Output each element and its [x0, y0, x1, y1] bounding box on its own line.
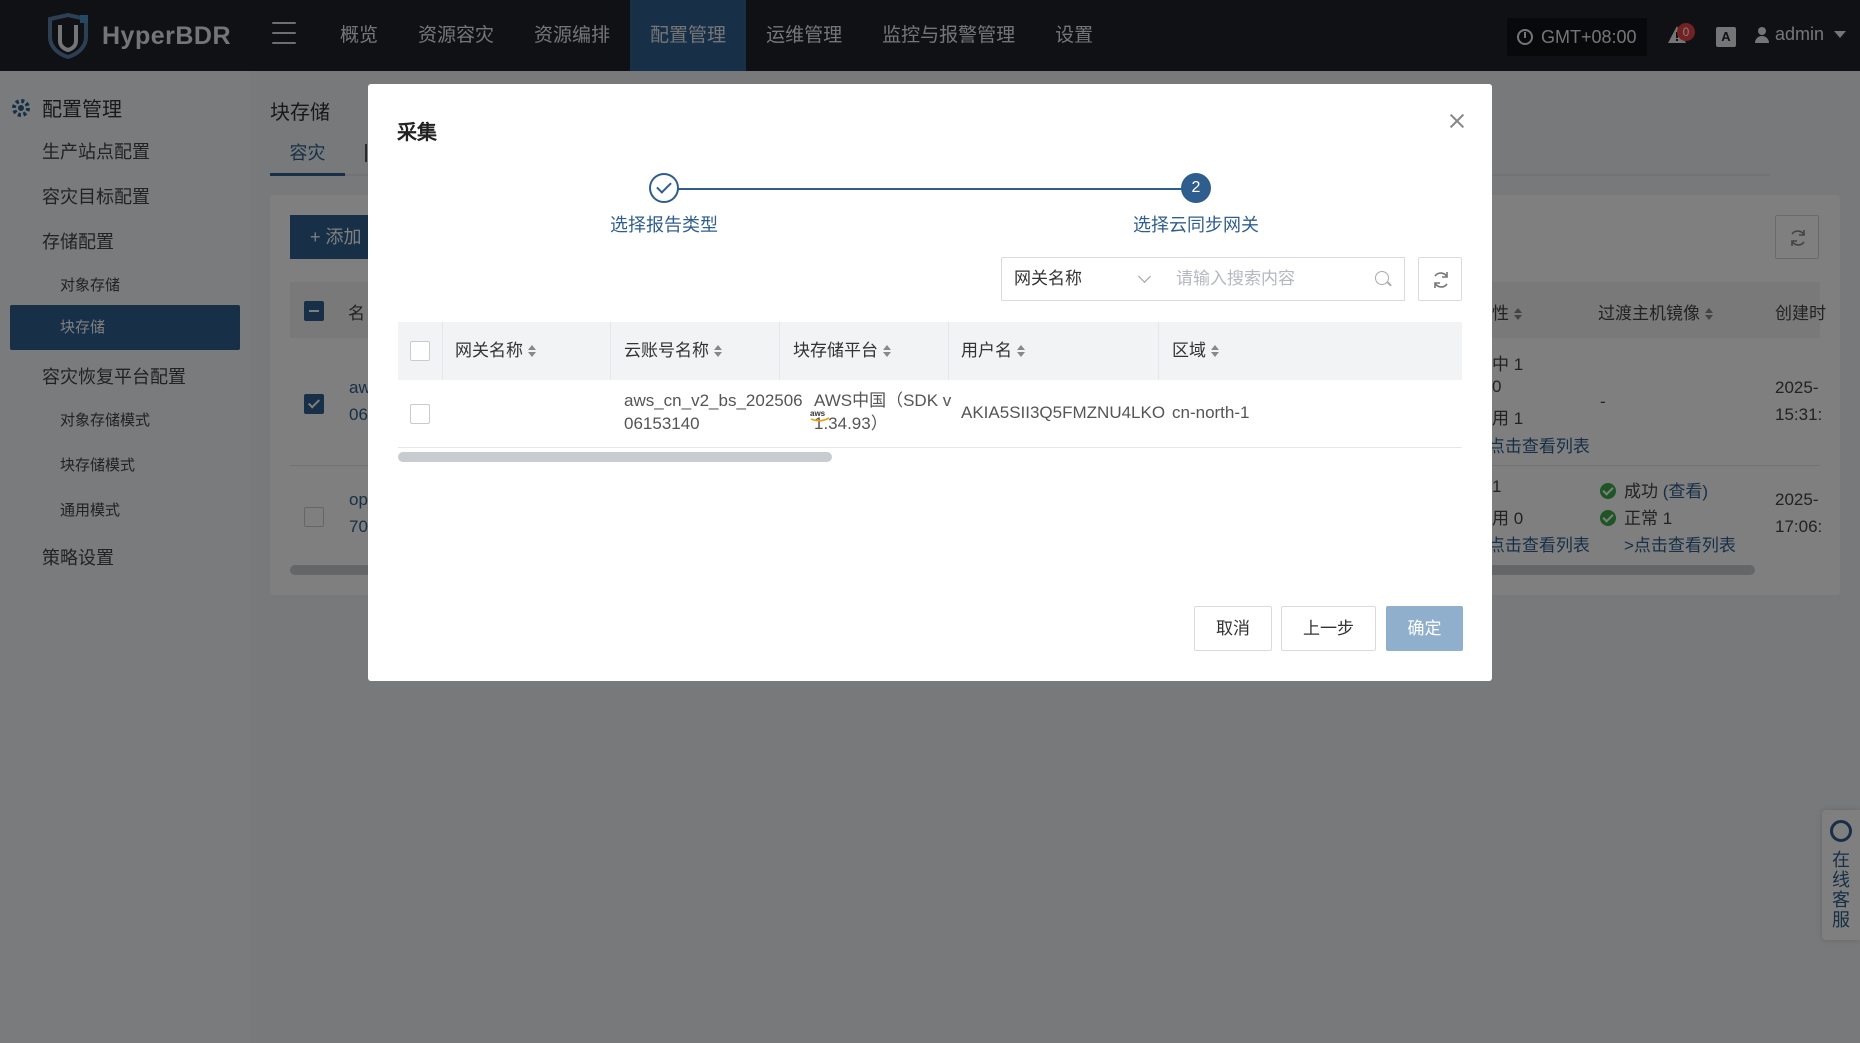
cell-username: AKIA5SII3Q5FMZNU4LKO	[961, 403, 1166, 422]
steps-connector	[664, 188, 1192, 190]
row-checkbox[interactable]	[410, 404, 430, 424]
sort-icon	[1017, 345, 1025, 357]
confirm-button[interactable]: 确定	[1386, 606, 1463, 651]
column-header-platform[interactable]: 块存储平台	[793, 322, 891, 380]
column-header-username-label: 用户名	[961, 341, 1012, 360]
column-header-account[interactable]: 云账号名称	[624, 322, 722, 380]
sort-icon	[528, 345, 536, 357]
column-header-region-label: 区域	[1172, 341, 1206, 360]
column-header-gateway[interactable]: 网关名称	[455, 322, 536, 380]
dialog-refresh-button[interactable]	[1418, 257, 1462, 301]
previous-step-button[interactable]: 上一步	[1281, 606, 1376, 651]
table-row[interactable]: aws_cn_v2_bs_202506 06153140 AWS中国（SDK v…	[398, 380, 1462, 448]
close-icon[interactable]	[1446, 110, 1468, 132]
sort-icon	[714, 345, 722, 357]
table-horizontal-scrollbar[interactable]	[398, 452, 832, 462]
sort-icon	[883, 345, 891, 357]
cancel-button[interactable]: 取消	[1194, 606, 1272, 651]
column-divider	[1158, 322, 1159, 380]
search-input[interactable]	[1164, 257, 1405, 301]
column-header-region[interactable]: 区域	[1172, 322, 1219, 380]
cell-account-line2: 06153140	[624, 414, 700, 433]
sort-icon	[1211, 345, 1219, 357]
column-header-gateway-label: 网关名称	[455, 341, 523, 360]
gateway-table-header: 网关名称 云账号名称 块存储平台 用户名 区域	[398, 322, 1462, 380]
svg-text:aws: aws	[810, 409, 826, 418]
column-divider	[779, 322, 780, 380]
column-header-account-label: 云账号名称	[624, 341, 709, 360]
step-done-check-icon	[649, 173, 679, 203]
step-1-label: 选择报告类型	[610, 215, 718, 235]
chevron-down-icon	[1138, 270, 1151, 283]
dialog-title: 采集	[397, 122, 437, 144]
step-2-label: 选择云同步网关	[1133, 215, 1259, 235]
collect-dialog: 采集 2 选择报告类型 选择云同步网关 网关名称 网关名称 云账号名称 块存储平…	[368, 84, 1492, 681]
column-divider	[610, 322, 611, 380]
search-icon[interactable]	[1375, 271, 1389, 285]
refresh-icon	[1434, 272, 1448, 288]
aws-logo-icon: aws	[810, 409, 830, 422]
filter-field-select[interactable]: 网关名称	[1001, 257, 1165, 301]
filter-field-value: 网关名称	[1014, 269, 1082, 288]
column-divider	[948, 322, 949, 380]
select-all-checkbox[interactable]	[410, 341, 430, 361]
step-2-indicator: 2	[1181, 173, 1211, 203]
cell-region: cn-north-1	[1172, 403, 1250, 422]
column-header-username[interactable]: 用户名	[961, 322, 1025, 380]
column-divider	[442, 322, 443, 380]
column-header-platform-label: 块存储平台	[793, 341, 878, 360]
